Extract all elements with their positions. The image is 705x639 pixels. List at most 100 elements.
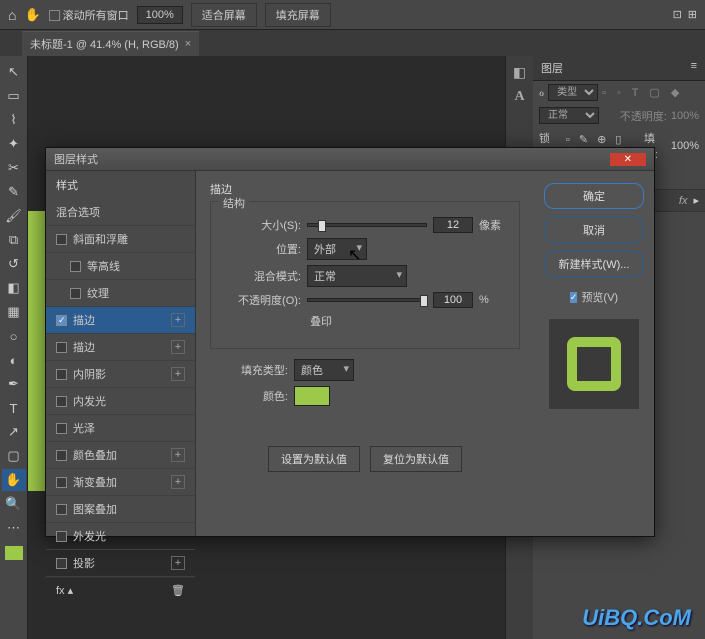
layers-panel-header[interactable]: 图层 ≡ [533,56,705,81]
style-checkbox[interactable] [56,531,67,542]
dialog-actions: 确定 取消 新建样式(W)... ✓ 预览(V) [534,171,654,536]
gradient-tool[interactable]: ▦ [2,301,26,323]
dialog-close-button[interactable]: ✕ [610,153,646,166]
reset-default-button[interactable]: 复位为默认值 [370,446,462,472]
add-effect-icon[interactable]: + [171,313,185,327]
new-style-button[interactable]: 新建样式(W)... [544,251,644,277]
zoom-tool[interactable]: 🔍 [2,493,26,515]
filter-icons[interactable]: ▫ ◦ T ▢ ◆ [602,86,683,99]
dialog-titlebar[interactable]: 图层样式 ✕ [46,148,654,171]
position-dropdown[interactable]: 外部 [307,238,367,260]
style-checkbox[interactable] [56,477,67,488]
zoom-level[interactable]: 100% [137,6,183,24]
fx-badge[interactable]: fx [679,195,688,207]
style-checkbox[interactable] [56,396,67,407]
style-checkbox[interactable] [56,450,67,461]
make-default-button[interactable]: 设置为默认值 [268,446,360,472]
style-item[interactable]: 外发光 [46,523,195,550]
share-icon[interactable]: ⊞ [688,8,697,21]
home-icon[interactable]: ⌂ [8,7,16,23]
pen-tool[interactable]: ✒ [2,373,26,395]
close-icon[interactable]: × [185,38,191,50]
add-effect-icon[interactable]: + [171,340,185,354]
blending-options[interactable]: 混合选项 [46,199,195,226]
ok-button[interactable]: 确定 [544,183,644,209]
opacity-input[interactable]: 100 [433,292,473,308]
color-panel-icon[interactable]: ◧ [513,64,526,81]
style-item[interactable]: 渐变叠加 + [46,469,195,496]
style-checkbox[interactable] [56,423,67,434]
crop-tool[interactable]: ✂ [2,157,26,179]
add-effect-icon[interactable]: + [171,367,185,381]
style-item[interactable]: 内发光 [46,388,195,415]
style-checkbox[interactable] [56,315,67,326]
size-input[interactable]: 12 [433,217,473,233]
style-checkbox[interactable] [56,369,67,380]
style-item[interactable]: 纹理 [46,280,195,307]
shape-tool[interactable]: ▢ [2,445,26,467]
fill-type-dropdown[interactable]: 颜色 [294,359,354,381]
fx-menu-icon[interactable]: fx ▴ [56,584,73,597]
trash-icon[interactable]: 🗑 [171,584,185,597]
blend-mode-dropdown[interactable]: 正常 [307,265,407,287]
dialog-title: 图层样式 [54,151,98,167]
document-tab[interactable]: 未标题-1 @ 41.4% (H, RGB/8) × [22,31,199,56]
fill-value[interactable]: 100% [671,140,699,152]
eraser-tool[interactable]: ◧ [2,277,26,299]
type-tool[interactable]: T [2,397,26,419]
style-item[interactable]: 图案叠加 [46,496,195,523]
style-item[interactable]: 斜面和浮雕 [46,226,195,253]
history-brush-tool[interactable]: ↺ [2,253,26,275]
cancel-button[interactable]: 取消 [544,217,644,243]
style-checkbox[interactable] [70,288,81,299]
eyedropper-tool[interactable]: ✎ [2,181,26,203]
fill-screen-button[interactable]: 填充屏幕 [265,3,331,27]
search-icon[interactable]: ⊡ [673,8,682,21]
style-item[interactable]: 投影+ [46,550,195,577]
blur-tool[interactable]: ○ [2,325,26,347]
style-item[interactable]: 颜色叠加+ [46,442,195,469]
style-checkbox[interactable] [70,261,81,272]
path-tool[interactable]: ↗ [2,421,26,443]
size-slider[interactable] [307,223,427,227]
opacity-slider[interactable] [307,298,427,302]
style-item[interactable]: 内阴影+ [46,361,195,388]
preview-checkbox[interactable]: ✓ 预览(V) [570,289,618,305]
style-checkbox[interactable] [56,234,67,245]
chevron-icon[interactable]: ▸ [693,194,699,207]
hand-tool-icon[interactable]: ✋ [24,7,40,23]
add-effect-icon[interactable]: + [171,556,185,570]
wand-tool[interactable]: ✦ [2,133,26,155]
layer-type-filter[interactable]: 类型 [548,84,598,101]
add-effect-icon[interactable]: + [171,475,185,489]
style-checkbox[interactable] [56,558,67,569]
move-tool[interactable]: ↖ [2,61,26,83]
style-item[interactable]: 光泽 [46,415,195,442]
style-item[interactable]: 描边+ [46,334,195,361]
character-panel-icon[interactable]: A [514,89,524,105]
style-checkbox[interactable] [56,342,67,353]
color-swatch[interactable] [294,386,330,406]
dodge-tool[interactable]: ◐ [2,349,26,371]
brush-tool[interactable]: 🖌 [2,205,26,227]
add-effect-icon[interactable]: + [171,448,185,462]
style-item[interactable]: 等高线 [46,253,195,280]
style-checkbox[interactable] [56,504,67,515]
style-label: 渐变叠加 [73,474,117,490]
fit-screen-button[interactable]: 适合屏幕 [191,3,257,27]
style-label: 斜面和浮雕 [73,231,128,247]
hand-tool[interactable]: ✋ [2,469,26,491]
scroll-all-windows[interactable]: 滚动所有窗口 [49,7,129,23]
opacity-value[interactable]: 100% [671,110,699,122]
panel-menu-icon[interactable]: ≡ [691,60,697,76]
blend-mode-select[interactable]: 正常 [539,107,599,124]
overprint-checkbox[interactable]: 叠印 [307,313,332,329]
style-item[interactable]: 描边+ [46,307,195,334]
lasso-tool[interactable]: ⌇ [2,109,26,131]
stamp-tool[interactable]: ⧉ [2,229,26,251]
color-swatch[interactable] [5,546,23,560]
more-tools[interactable]: ⋯ [2,517,26,539]
opacity-label: 不透明度(O): [223,292,301,308]
style-label: 光泽 [73,420,95,436]
marquee-tool[interactable]: ▭ [2,85,26,107]
